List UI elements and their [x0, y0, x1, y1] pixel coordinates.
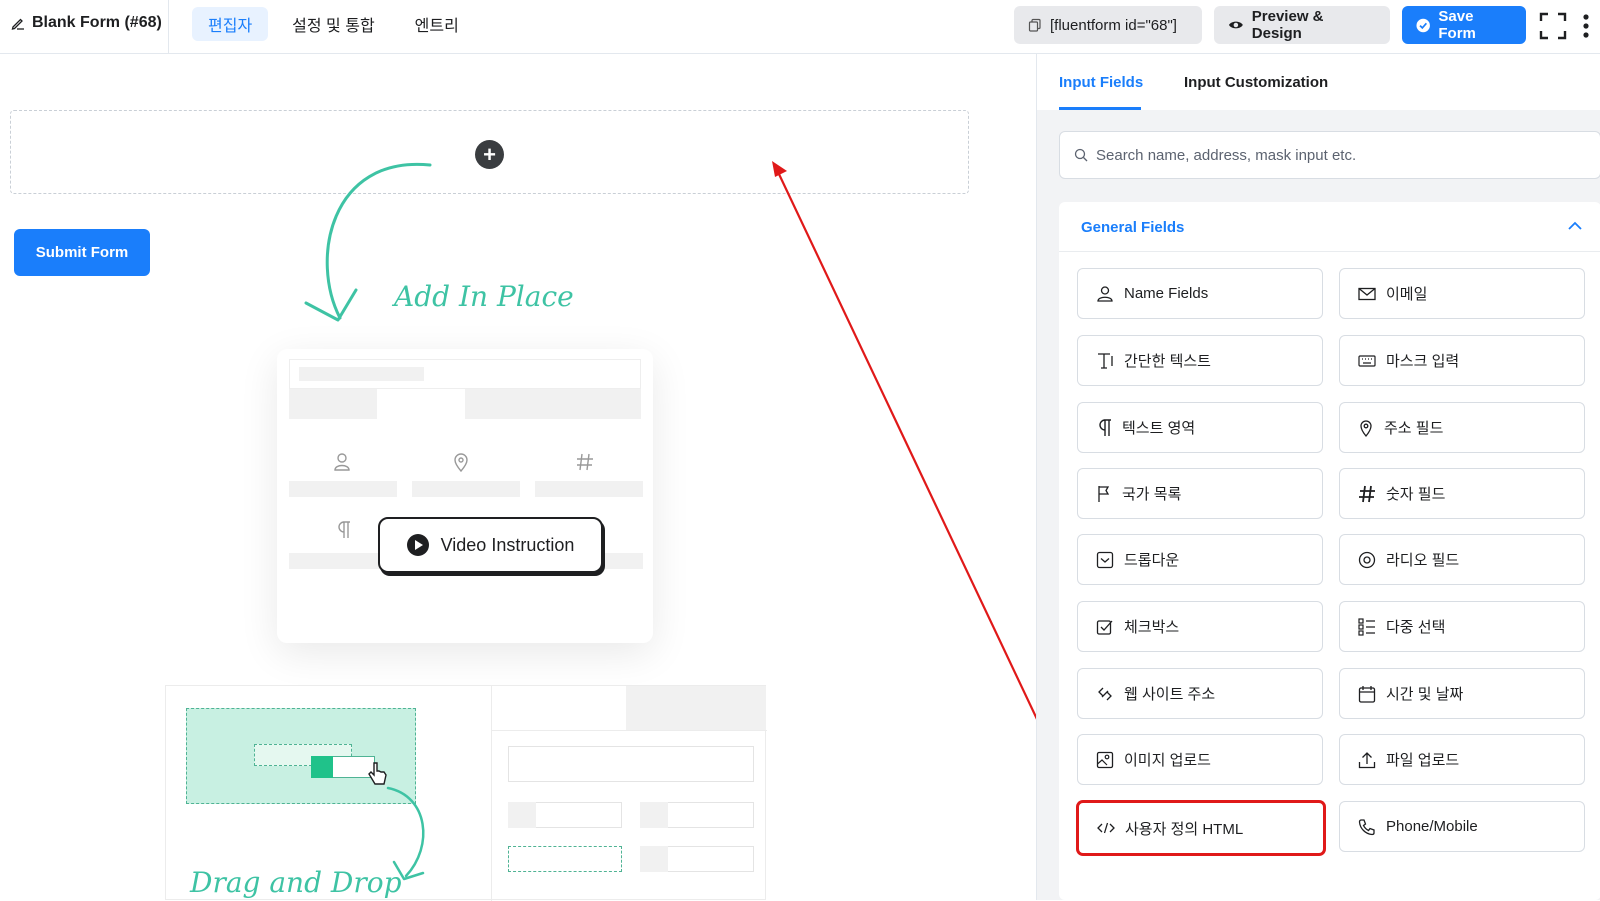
field-label: 드롭다운 — [1124, 552, 1180, 569]
field-name-fields[interactable]: Name Fields — [1077, 268, 1323, 319]
field-label: 주소 필드 — [1384, 420, 1444, 437]
field-label: 사용자 정의 HTML — [1125, 820, 1244, 838]
field-label: 마스크 입력 — [1386, 353, 1460, 370]
field-label: 국가 목록 — [1122, 486, 1182, 503]
link-icon — [1098, 687, 1112, 700]
field-label: Name Fields — [1124, 285, 1209, 302]
calendar-icon — [1358, 685, 1376, 703]
paragraph-icon — [1099, 418, 1111, 436]
text-icon — [1098, 352, 1113, 369]
tab-input-customization[interactable]: Input Customization — [1184, 74, 1328, 91]
active-tab-indicator — [1059, 107, 1141, 110]
field-label: 이미지 업로드 — [1124, 752, 1211, 769]
keyboard-icon — [1358, 354, 1376, 367]
search-placeholder: Search name, address, mask input etc. — [1096, 146, 1357, 164]
search-icon — [1074, 148, 1088, 162]
field-label: 숫자 필드 — [1386, 486, 1446, 503]
envelope-icon — [1358, 287, 1376, 300]
field-label: 파일 업로드 — [1386, 752, 1460, 769]
field-label: 라디오 필드 — [1386, 552, 1460, 569]
field-dropdown[interactable]: 드롭다운 — [1077, 534, 1323, 585]
general-fields-title: General Fields — [1081, 219, 1185, 236]
field-number[interactable]: 숫자 필드 — [1339, 468, 1585, 519]
image-icon — [1096, 751, 1114, 768]
fields-panel: Input Fields Input Customization Search … — [1036, 54, 1600, 900]
field-custom-html[interactable]: 사용자 정의 HTML — [1077, 801, 1325, 855]
location-pin-icon — [1360, 419, 1372, 437]
general-fields-section: General Fields Name Fields 이메일 간단한 텍스트 마… — [1059, 202, 1600, 900]
field-search-input[interactable]: Search name, address, mask input etc. — [1059, 131, 1600, 179]
field-label: 간단한 텍스트 — [1124, 353, 1211, 370]
field-address[interactable]: 주소 필드 — [1339, 402, 1585, 453]
field-label: 다중 선택 — [1386, 619, 1446, 636]
tab-input-fields[interactable]: Input Fields — [1059, 74, 1143, 91]
field-checkbox[interactable]: 체크박스 — [1077, 601, 1323, 652]
field-mask-input[interactable]: 마스크 입력 — [1339, 335, 1585, 386]
field-country-list[interactable]: 국가 목록 — [1077, 468, 1323, 519]
field-simple-text[interactable]: 간단한 텍스트 — [1077, 335, 1323, 386]
upload-icon — [1358, 751, 1376, 768]
field-website-url[interactable]: 웹 사이트 주소 — [1077, 668, 1323, 719]
panel-tabs: Input Fields Input Customization — [1037, 54, 1600, 110]
hash-icon — [1359, 485, 1375, 502]
field-time-date[interactable]: 시간 및 날짜 — [1339, 668, 1585, 719]
user-icon — [1097, 285, 1113, 302]
checkbox-icon — [1096, 619, 1113, 635]
field-label: 텍스트 영역 — [1122, 420, 1196, 437]
chevron-up-icon[interactable] — [1567, 218, 1583, 234]
field-label: 체크박스 — [1124, 619, 1180, 636]
list-icon — [1358, 617, 1375, 636]
field-text-area[interactable]: 텍스트 영역 — [1077, 402, 1323, 453]
field-radio[interactable]: 라디오 필드 — [1339, 534, 1585, 585]
field-label: 웹 사이트 주소 — [1124, 686, 1216, 703]
radio-icon — [1358, 551, 1376, 568]
flag-icon — [1098, 485, 1110, 502]
field-label: 이메일 — [1386, 286, 1428, 303]
field-multi-select[interactable]: 다중 선택 — [1339, 601, 1585, 652]
general-fields-header[interactable]: General Fields — [1059, 202, 1600, 252]
field-file-upload[interactable]: 파일 업로드 — [1339, 734, 1585, 785]
field-image-upload[interactable]: 이미지 업로드 — [1077, 734, 1323, 785]
code-icon — [1097, 822, 1115, 834]
phone-icon — [1358, 818, 1375, 835]
field-label: 시간 및 날짜 — [1386, 686, 1464, 703]
field-email[interactable]: 이메일 — [1339, 268, 1585, 319]
field-phone-mobile[interactable]: Phone/Mobile — [1339, 801, 1585, 852]
dropdown-icon — [1096, 551, 1114, 568]
field-label: Phone/Mobile — [1386, 818, 1478, 835]
